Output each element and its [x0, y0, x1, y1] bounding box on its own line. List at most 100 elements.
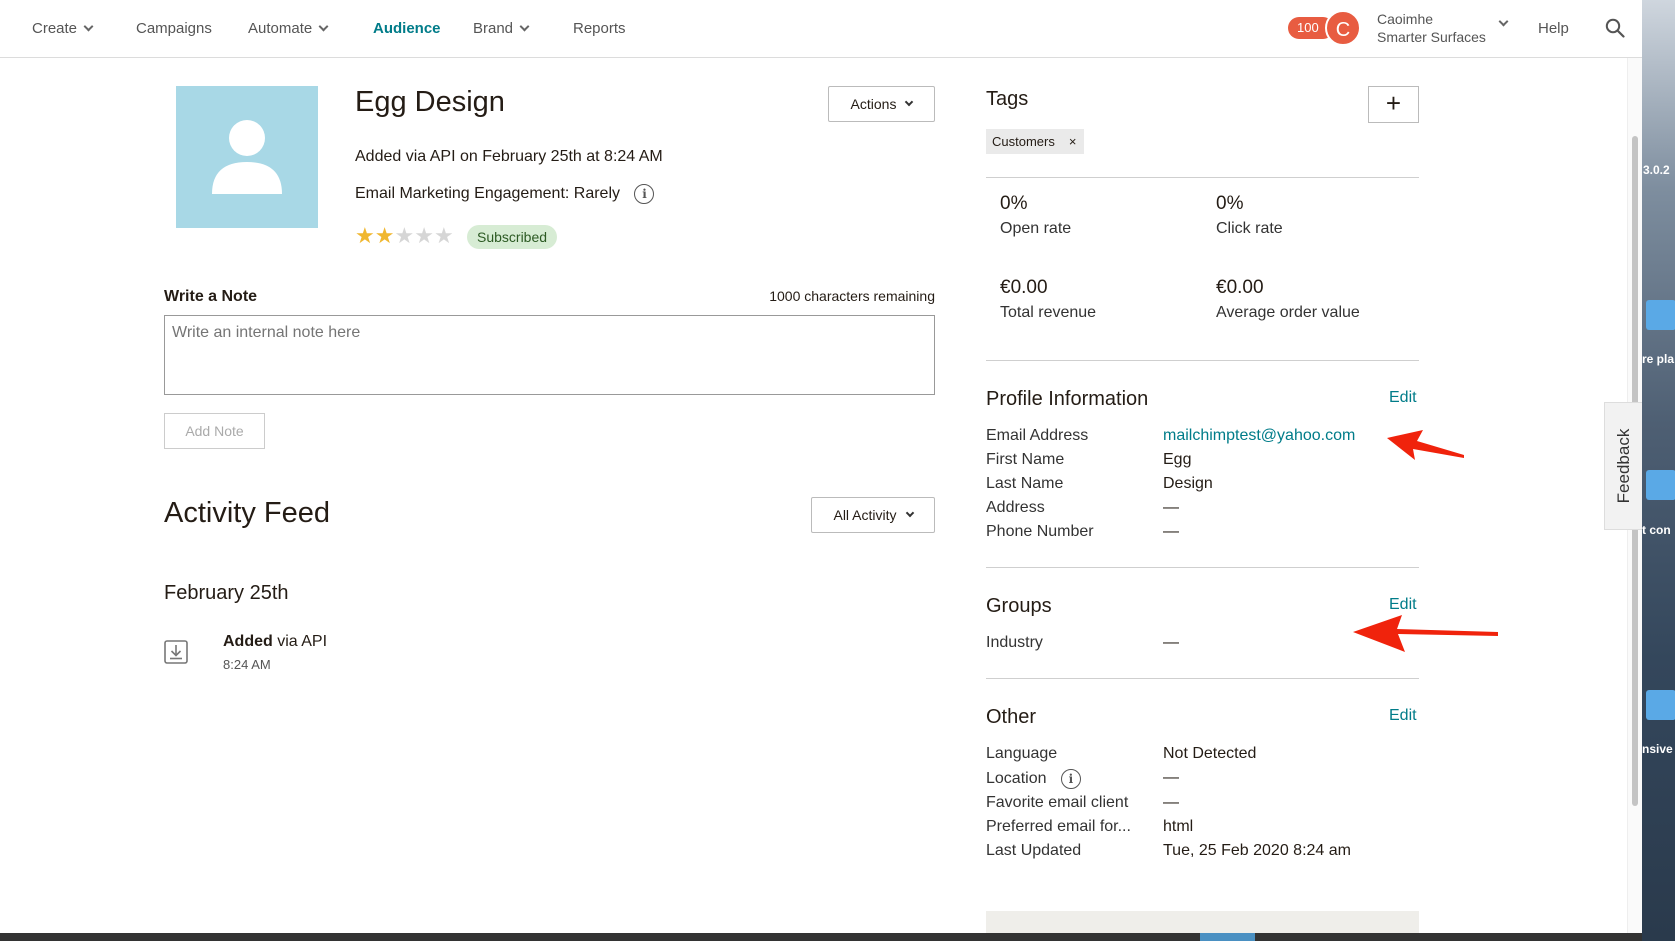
star-empty-icon: ★	[394, 223, 415, 248]
download-icon	[164, 640, 188, 664]
nav-campaigns[interactable]: Campaigns	[136, 20, 212, 37]
account-menu[interactable]: Caoimhe Smarter Surfaces	[1377, 10, 1486, 46]
chevron-down-icon	[83, 21, 94, 32]
location-row-label: Location i	[986, 769, 1081, 789]
activity-feed-title: Activity Feed	[164, 497, 330, 529]
folder-icon	[1646, 690, 1675, 720]
chevron-down-icon	[905, 97, 914, 107]
contact-name: Egg Design	[355, 86, 505, 118]
taskbar-indicator	[1200, 933, 1255, 941]
industry-value: —	[1163, 634, 1179, 651]
account-org-name: Smarter Surfaces	[1377, 29, 1486, 45]
tags-title: Tags	[986, 88, 1029, 110]
engagement-row: Email Marketing Engagement: Rarely i	[355, 184, 655, 204]
avg-order-label: Average order value	[1216, 304, 1360, 321]
open-rate-value: 0%	[1000, 193, 1028, 214]
feedback-tab[interactable]: Feedback	[1604, 402, 1642, 530]
activity-event: Added via API	[223, 633, 327, 651]
language-label: Language	[986, 745, 1058, 762]
account-avatar[interactable]: C	[1325, 10, 1361, 46]
avg-order-value: €0.00	[1216, 277, 1264, 298]
engagement-text: Email Marketing Engagement: Rarely	[355, 185, 621, 203]
star-empty-icon: ★	[414, 223, 434, 248]
language-value: Not Detected	[1163, 745, 1257, 762]
email-client-label: Favorite email client	[986, 794, 1129, 811]
tag-label: Customers	[992, 134, 1055, 149]
activity-filter-dropdown[interactable]: All Activity	[811, 497, 935, 533]
add-note-button[interactable]: Add Note	[164, 413, 265, 449]
star-empty-icon: ★	[433, 223, 454, 248]
total-revenue-label: Total revenue	[1000, 304, 1097, 321]
feedback-label: Feedback	[1613, 428, 1633, 504]
first-name-label: First Name	[986, 451, 1065, 468]
status-badge: Subscribed	[467, 225, 558, 249]
info-icon[interactable]: i	[1060, 769, 1081, 789]
annotation-arrow-icon	[1353, 615, 1498, 652]
desktop-text: t con	[1642, 523, 1671, 537]
nav-audience[interactable]: Audience	[373, 20, 441, 37]
note-label: Write a Note	[164, 288, 258, 305]
activity-event-time: 8:24 AM	[223, 657, 271, 672]
divider	[986, 678, 1419, 679]
chevron-down-icon	[318, 21, 329, 32]
total-revenue-value: €0.00	[1000, 277, 1048, 298]
note-input[interactable]	[164, 315, 935, 395]
help-link[interactable]: Help	[1538, 20, 1569, 37]
chevron-down-icon[interactable]	[1498, 16, 1509, 27]
other-edit-link[interactable]: Edit	[1389, 707, 1417, 725]
divider	[986, 177, 1419, 178]
click-rate-label: Click rate	[1216, 220, 1283, 237]
divider	[986, 567, 1419, 568]
last-updated-label: Last Updated	[986, 842, 1082, 859]
click-rate-value: 0%	[1216, 193, 1244, 214]
nav-audience-label: Audience	[373, 20, 441, 37]
desktop-text: nsive	[1642, 742, 1673, 756]
contact-avatar	[176, 86, 318, 228]
nav-reports[interactable]: Reports	[573, 20, 626, 37]
location-label: Location	[986, 770, 1047, 788]
nav-brand-label: Brand	[473, 20, 514, 37]
activity-filter-label: All Activity	[833, 507, 897, 523]
remove-tag-icon[interactable]: ×	[1069, 129, 1077, 154]
nav-create[interactable]: Create	[32, 20, 94, 37]
add-tag-button[interactable]: +	[1368, 86, 1419, 123]
phone-value: —	[1163, 523, 1179, 540]
nav-campaigns-label: Campaigns	[136, 20, 212, 37]
account-user-name: Caoimhe	[1377, 11, 1434, 27]
nav-create-label: Create	[32, 20, 78, 37]
nav-automate-label: Automate	[248, 20, 313, 37]
nav-brand[interactable]: Brand	[473, 20, 530, 37]
contact-rating: ★ ★ ★ ★ ★	[355, 224, 454, 248]
tag-chip: Customers ×	[986, 129, 1085, 154]
chevron-down-icon	[905, 508, 914, 518]
profile-info-title: Profile Information	[986, 388, 1149, 410]
search-icon[interactable]	[1605, 18, 1625, 38]
user-silhouette-icon	[212, 120, 282, 194]
annotation-arrow-icon	[1387, 430, 1464, 460]
desktop-text: 3.0.2	[1643, 163, 1670, 177]
activity-event-type: Added	[223, 633, 273, 650]
desktop-text: re pla	[1642, 352, 1675, 366]
email-client-value: —	[1163, 794, 1179, 811]
other-title: Other	[986, 706, 1037, 728]
divider	[986, 360, 1419, 361]
chars-remaining: 1000 characters remaining	[769, 288, 935, 304]
address-label: Address	[986, 499, 1045, 516]
profile-edit-link[interactable]: Edit	[1389, 389, 1417, 407]
actions-button[interactable]: Actions	[828, 86, 935, 122]
last-name-value: Design	[1163, 475, 1213, 492]
activity-date-heading: February 25th	[164, 582, 289, 604]
first-name-value: Egg	[1163, 451, 1192, 468]
info-icon[interactable]: i	[634, 184, 655, 204]
groups-title: Groups	[986, 595, 1052, 617]
folder-icon	[1646, 470, 1675, 500]
added-info: Added via API on February 25th at 8:24 A…	[355, 148, 663, 165]
star-filled-icon: ★	[355, 223, 375, 248]
chevron-down-icon	[519, 21, 530, 32]
address-value: —	[1163, 499, 1179, 516]
folder-icon	[1646, 300, 1675, 330]
email-value[interactable]: mailchimptest@yahoo.com	[1163, 427, 1355, 445]
nav-automate[interactable]: Automate	[248, 20, 329, 37]
nav-reports-label: Reports	[573, 20, 626, 37]
activity-event-source: via API	[272, 633, 328, 650]
